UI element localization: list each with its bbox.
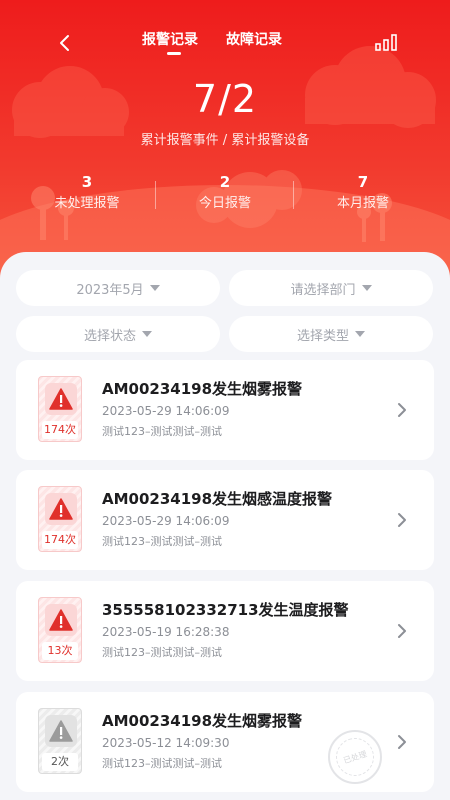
alarm-card[interactable]: 2次 AM00234198发生烟雾报警 2023-05-12 14:09:30 … [16,692,434,792]
alarm-count: 174次 [42,531,78,549]
alarm-location: 测试123–测试测试–测试 [102,535,222,548]
month-filter-dropdown[interactable]: 2023年5月 [16,270,220,306]
chevron-right-icon [398,403,406,417]
stat-label: 本月报警 [336,196,389,211]
stat-this-month: 7 本月报警 [298,172,428,214]
month-filter-value: 2023年5月 [76,282,144,298]
department-filter-placeholder: 请选择部门 [290,282,356,298]
stat-label: 今日报警 [198,196,251,211]
warning-triangle-icon [45,493,77,525]
alarm-ratio-label: 累计报警事件 / 累计报警设备 [140,133,310,148]
caret-down-icon [142,331,152,337]
handled-stamp-text: 已处理 [331,733,379,781]
chevron-right-icon [398,513,406,527]
stat-label: 未处理报警 [54,196,120,211]
status-filter-placeholder: 选择状态 [83,328,136,344]
stat-value: 2 [219,173,231,191]
active-tab-indicator [167,52,181,55]
alarm-time: 2023-05-19 16:28:38 [102,625,230,639]
alarm-title: 355558102332713发生温度报警 [102,601,349,619]
tab-fault-records[interactable]: 故障记录 [226,30,282,50]
alarm-title: AM00234198发生烟雾报警 [102,380,303,398]
alarm-location: 测试123–测试测试–测试 [102,757,222,770]
back-button[interactable] [50,28,80,58]
caret-down-icon [149,285,160,291]
alarm-time: 2023-05-12 14:09:30 [102,736,230,750]
alarm-location: 测试123–测试测试–测试 [102,646,222,659]
stat-today: 2 今日报警 [160,172,290,214]
stat-divider [155,181,156,209]
alarm-count-badge: 2次 [38,708,82,774]
alarm-count-badge: 174次 [38,376,82,442]
alarm-location: 测试123–测试测试–测试 [102,425,222,438]
chevron-left-icon [60,35,69,51]
type-filter-dropdown[interactable]: 选择类型 [229,316,433,352]
caret-down-icon [361,285,372,291]
stat-divider [293,181,294,209]
alarm-count-badge: 174次 [38,486,82,552]
alarm-list-panel: 2023年5月 请选择部门 选择状态 选择类型 174次 AM00234198发… [0,252,450,800]
warning-triangle-icon [45,604,77,636]
chevron-right-icon [398,735,406,749]
alarm-time: 2023-05-29 14:06:09 [102,514,230,528]
chevron-right-icon [398,624,406,638]
alarm-ratio-value: 7/2 [192,77,258,121]
type-filter-placeholder: 选择类型 [296,328,349,344]
alarm-card[interactable]: 13次 355558102332713发生温度报警 2023-05-19 16:… [16,581,434,681]
alarm-count: 13次 [42,642,78,660]
alarm-count: 174次 [42,421,78,439]
status-filter-dropdown[interactable]: 选择状态 [16,316,220,352]
warning-triangle-icon [45,715,77,747]
alarm-time: 2023-05-29 14:06:09 [102,404,230,418]
alarm-card[interactable]: 174次 AM00234198发生烟雾报警 2023-05-29 14:06:0… [16,360,434,460]
warning-triangle-icon [45,383,77,415]
stat-unprocessed: 3 未处理报警 [22,172,152,214]
caret-down-icon [355,331,365,337]
tab-alarm-records[interactable]: 报警记录 [142,30,198,50]
stat-value: 7 [357,173,369,191]
handled-stamp: 已处理 [328,730,382,784]
department-filter-dropdown[interactable]: 请选择部门 [229,270,433,306]
alarm-count: 2次 [42,753,78,771]
alarm-title: AM00234198发生烟感温度报警 [102,490,333,508]
alarm-count-badge: 13次 [38,597,82,663]
signal-bars-icon[interactable] [374,32,402,52]
alarm-title: AM00234198发生烟雾报警 [102,712,303,730]
alarm-card[interactable]: 174次 AM00234198发生烟感温度报警 2023-05-29 14:06… [16,470,434,570]
stat-value: 3 [81,173,93,191]
